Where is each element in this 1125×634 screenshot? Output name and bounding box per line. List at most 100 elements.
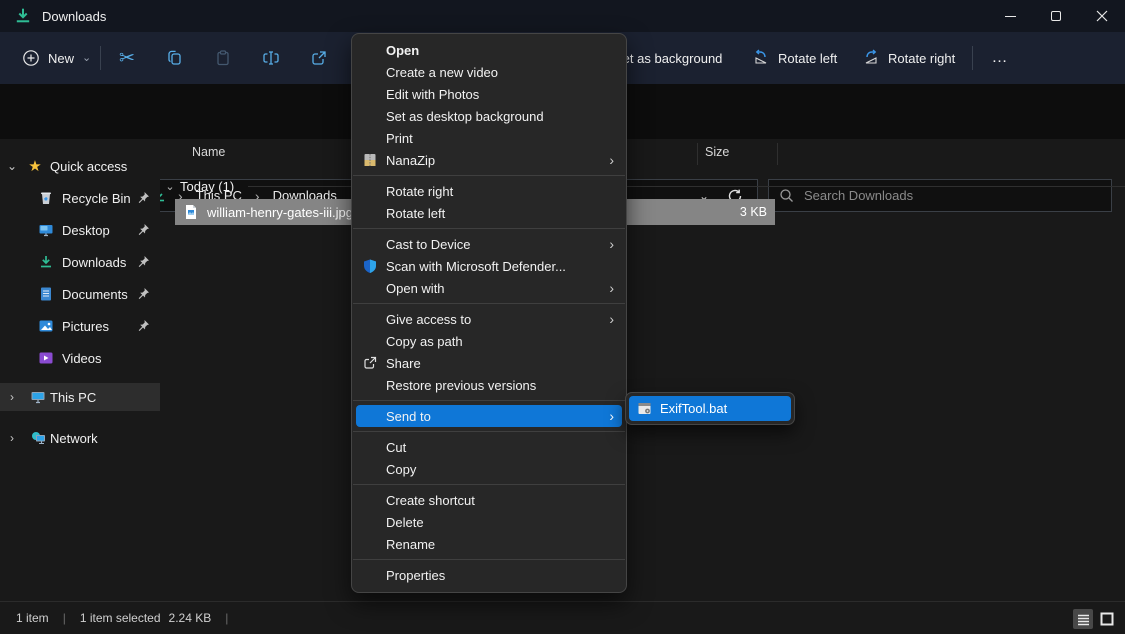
column-divider[interactable] — [697, 143, 698, 165]
file-name: william-henry-gates-iii.jpg — [207, 205, 353, 220]
minimize-icon — [1005, 16, 1016, 17]
close-button[interactable] — [1079, 0, 1125, 32]
menu-item-send-to[interactable]: Send to › — [356, 405, 622, 427]
large-icons-view-button[interactable] — [1097, 609, 1117, 629]
recycle-bin-label: Recycle Bin — [62, 191, 131, 206]
rotate-right-button[interactable]: Rotate right — [862, 42, 955, 74]
menu-item-set-as-desktop-background[interactable]: Set as desktop background — [356, 105, 622, 127]
share-button[interactable] — [299, 40, 339, 76]
new-button[interactable]: New ⌄ — [16, 42, 97, 74]
menu-item-open-with[interactable]: Open with › — [356, 277, 622, 299]
menu-item-delete[interactable]: Delete — [356, 511, 622, 533]
toolbar-separator — [100, 46, 101, 70]
menu-item-edit-with-photos[interactable]: Edit with Photos — [356, 83, 622, 105]
column-header-size[interactable]: Size — [705, 145, 729, 159]
menu-separator — [353, 484, 625, 485]
rename-button[interactable] — [251, 40, 291, 76]
nanazip-icon — [362, 152, 378, 168]
file-list-pane: Name Size ⌄ Today (1) william-henry-gate… — [160, 139, 1125, 601]
menu-separator — [353, 303, 625, 304]
status-divider: | — [63, 611, 66, 625]
menu-item-give-access-to[interactable]: Give access to › — [356, 308, 622, 330]
menu-item-print[interactable]: Print — [356, 127, 622, 149]
network-icon — [30, 430, 46, 446]
sidebar-item-network[interactable]: › Network — [0, 424, 160, 452]
pictures-label: Pictures — [62, 319, 109, 334]
details-view-icon — [1077, 613, 1090, 626]
sidebar-item-recycle-bin[interactable]: Recycle Bin — [0, 184, 160, 212]
menu-item-create-new-video[interactable]: Create a new video — [356, 61, 622, 83]
submenu-item-exiftool[interactable]: ExifTool.bat — [629, 396, 791, 421]
sidebar-item-videos[interactable]: Videos — [0, 344, 160, 372]
menu-item-properties[interactable]: Properties — [356, 564, 622, 586]
downloads-icon — [38, 254, 54, 270]
menu-item-open[interactable]: Open — [356, 39, 622, 61]
menu-separator — [353, 175, 625, 176]
chevron-down-icon[interactable]: ⌄ — [0, 159, 24, 173]
pin-icon — [137, 287, 150, 300]
menu-item-scan-with-defender[interactable]: Scan with Microsoft Defender... — [356, 255, 622, 277]
menu-item-rename[interactable]: Rename — [356, 533, 622, 555]
new-button-label: New — [48, 51, 74, 66]
menu-item-cast-to-device[interactable]: Cast to Device › — [356, 233, 622, 255]
rotate-right-label: Rotate right — [888, 51, 955, 66]
jpg-file-icon — [183, 204, 199, 220]
window-title: Downloads — [42, 9, 106, 24]
cut-button[interactable]: ✂ — [107, 40, 147, 76]
sidebar-item-downloads[interactable]: Downloads — [0, 248, 160, 276]
see-more-button[interactable]: … — [980, 40, 1020, 76]
rotate-left-button[interactable]: Rotate left — [752, 42, 837, 74]
minimize-button[interactable] — [987, 0, 1033, 32]
menu-item-nanazip[interactable]: NanaZip › — [356, 149, 622, 171]
file-explorer-window: Downloads New ⌄ ✂ — [0, 0, 1125, 634]
submenu-chevron-icon: › — [609, 237, 614, 251]
menu-item-create-shortcut[interactable]: Create shortcut — [356, 489, 622, 511]
this-pc-label: This PC — [50, 390, 96, 405]
details-view-button[interactable] — [1073, 609, 1093, 629]
title-bar: Downloads — [0, 0, 1125, 32]
maximize-button[interactable] — [1033, 0, 1079, 32]
sidebar-item-documents[interactable]: Documents — [0, 280, 160, 308]
menu-item-cut[interactable]: Cut — [356, 436, 622, 458]
sidebar-item-desktop[interactable]: Desktop — [0, 216, 160, 244]
group-header-today[interactable]: ⌄ Today (1) — [160, 175, 1125, 197]
item-count: 1 item — [16, 611, 49, 625]
copy-button[interactable] — [155, 40, 195, 76]
paste-button[interactable] — [203, 40, 243, 76]
quick-access-label: Quick access — [50, 159, 127, 174]
column-divider[interactable] — [777, 143, 778, 165]
column-header-name[interactable]: Name — [192, 145, 225, 159]
rotate-left-label: Rotate left — [778, 51, 837, 66]
menu-separator — [353, 228, 625, 229]
status-divider: | — [225, 611, 228, 625]
status-bar: 1 item | 1 item selected 2.24 KB | — [0, 601, 1125, 634]
menu-item-copy[interactable]: Copy — [356, 458, 622, 480]
menu-item-rotate-left[interactable]: Rotate left — [356, 202, 622, 224]
set-as-background-label: Set as background — [614, 51, 722, 66]
sidebar-item-quick-access[interactable]: ⌄ ★ Quick access — [0, 152, 160, 180]
chevron-right-icon[interactable]: › — [0, 431, 24, 445]
chevron-down-icon[interactable]: ⌄ — [160, 180, 180, 193]
network-label: Network — [50, 431, 98, 446]
cut-icon: ✂ — [119, 47, 135, 70]
submenu-chevron-icon: › — [609, 312, 614, 326]
menu-item-share[interactable]: Share — [356, 352, 622, 374]
menu-item-restore-previous-versions[interactable]: Restore previous versions — [356, 374, 622, 396]
pin-icon — [137, 223, 150, 236]
close-icon — [1096, 10, 1108, 22]
chevron-right-icon[interactable]: › — [0, 390, 24, 404]
pin-icon — [137, 191, 150, 204]
large-icons-view-icon — [1100, 612, 1114, 626]
menu-item-copy-as-path[interactable]: Copy as path — [356, 330, 622, 352]
desktop-icon — [38, 222, 54, 238]
documents-icon — [38, 286, 54, 302]
downloads-folder-icon — [14, 7, 32, 25]
ellipsis-icon: … — [992, 49, 1009, 67]
menu-separator — [353, 559, 625, 560]
selection-count: 1 item selected — [80, 611, 161, 625]
star-icon: ★ — [24, 157, 46, 175]
pin-icon — [137, 255, 150, 268]
sidebar-item-this-pc[interactable]: › This PC — [0, 383, 160, 411]
sidebar-item-pictures[interactable]: Pictures — [0, 312, 160, 340]
menu-item-rotate-right[interactable]: Rotate right — [356, 180, 622, 202]
